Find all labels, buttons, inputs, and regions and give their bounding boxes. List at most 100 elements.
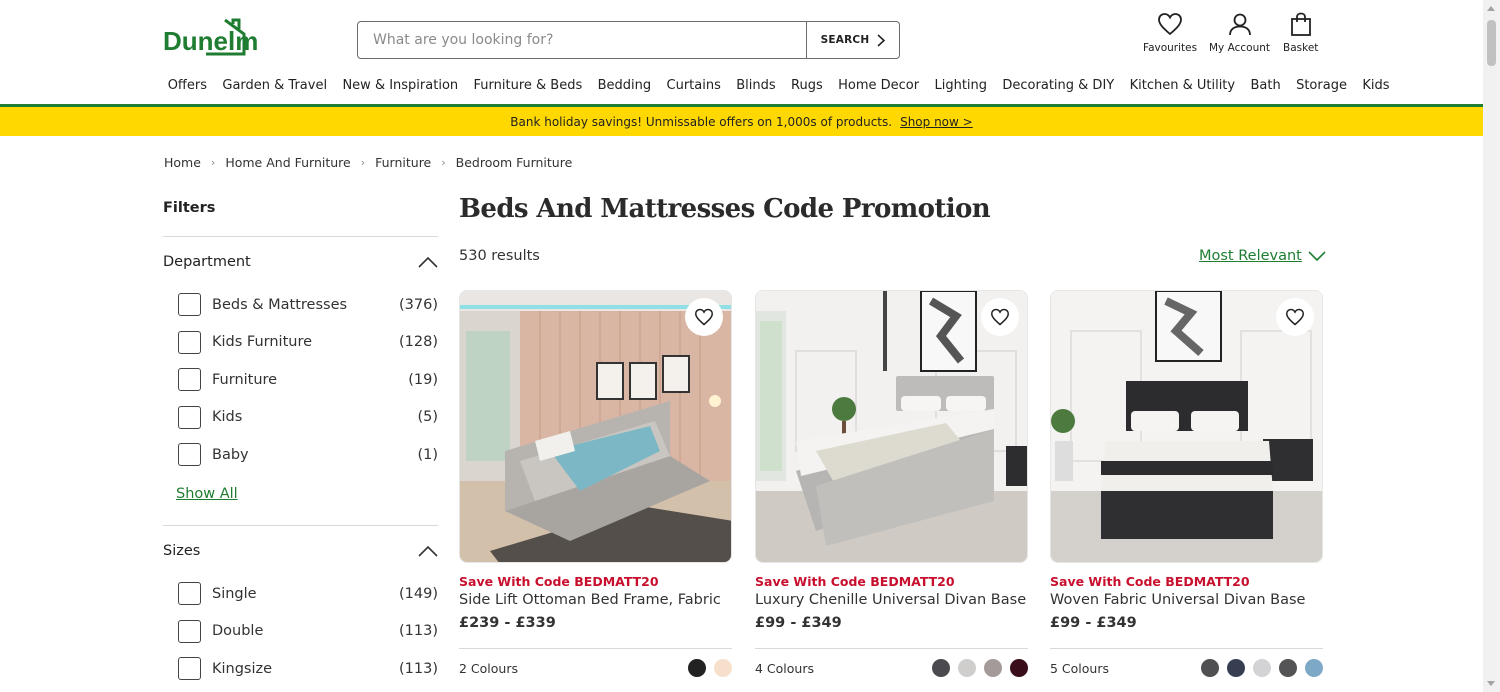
colour-swatch[interactable] [1305, 659, 1323, 677]
basket-link[interactable]: Basket [1283, 12, 1318, 54]
colour-options: 2 Colours [459, 659, 732, 677]
breadcrumb-home-and-furniture[interactable]: Home And Furniture [225, 155, 350, 170]
card-divider [1050, 648, 1323, 649]
breadcrumb-furniture[interactable]: Furniture [375, 155, 431, 170]
show-all-link[interactable]: Show All [176, 486, 238, 502]
card-divider [459, 648, 732, 649]
shopping-bag-icon [1290, 12, 1311, 36]
colour-swatch[interactable] [688, 659, 706, 677]
favourite-button[interactable] [981, 298, 1019, 336]
swatch-list [932, 659, 1028, 677]
option-label: Beds & Mattresses [212, 296, 348, 313]
card-divider [755, 648, 1028, 649]
heart-icon [1158, 13, 1182, 36]
scroll-up-arrow[interactable] [1487, 6, 1495, 11]
product-card[interactable]: Save With Code BEDMATT20 Luxury Chenille… [755, 290, 1028, 677]
option-label: Furniture [212, 371, 278, 388]
product-card[interactable]: Save With Code BEDMATT20 Side Lift Ottom… [459, 290, 732, 677]
nav-item-curtains[interactable]: Curtains [659, 78, 729, 98]
scrollbar-thumb[interactable] [1487, 20, 1496, 66]
promo-banner-link[interactable]: Shop now > [900, 115, 973, 129]
product-image[interactable] [459, 290, 732, 563]
checkbox[interactable] [178, 330, 201, 354]
chevron-up-icon [418, 256, 438, 268]
department-facet-header[interactable]: Department [163, 254, 438, 270]
heart-icon [990, 308, 1010, 326]
search-input[interactable] [358, 22, 806, 58]
filter-option[interactable]: Kids Furniture (128) [178, 324, 438, 362]
basket-label: Basket [1283, 42, 1319, 54]
nav-item-kids[interactable]: Kids [1355, 78, 1398, 98]
scroll-down-arrow[interactable] [1487, 681, 1495, 686]
search-button[interactable]: SEARCH [806, 22, 899, 58]
sort-dropdown[interactable]: Most Relevant [1199, 248, 1326, 264]
colour-swatch[interactable] [932, 659, 950, 677]
favourites-link[interactable]: Favourites [1143, 12, 1197, 54]
nav-item-bedding[interactable]: Bedding [590, 78, 659, 98]
checkbox[interactable] [178, 405, 201, 429]
option-count: (149) [399, 585, 438, 602]
product-image[interactable] [755, 290, 1028, 563]
product-name[interactable]: Side Lift Ottoman Bed Frame, Fabric [459, 592, 732, 608]
nav-item-home-decor[interactable]: Home Decor [830, 78, 926, 98]
option-count: (376) [399, 296, 438, 313]
filter-option[interactable]: Furniture (19) [178, 361, 438, 399]
checkbox[interactable] [178, 293, 201, 317]
filter-option[interactable]: Single (149) [178, 575, 438, 613]
filter-option[interactable]: Double (113) [178, 613, 438, 651]
colour-swatch[interactable] [1010, 659, 1028, 677]
heart-icon [1285, 308, 1305, 326]
favourite-button[interactable] [1276, 298, 1314, 336]
filter-option[interactable]: Kingsize (113) [178, 650, 438, 688]
breadcrumb-bedroom-furniture[interactable]: Bedroom Furniture [456, 155, 573, 170]
nav-item-garden-travel[interactable]: Garden & Travel [215, 78, 335, 98]
nav-item-lighting[interactable]: Lighting [927, 78, 995, 98]
breadcrumb-home[interactable]: Home [164, 155, 201, 170]
chevron-right-icon: › [441, 156, 446, 169]
checkbox[interactable] [178, 582, 201, 606]
dunelm-logo[interactable]: Dunelm [163, 16, 265, 58]
nav-item-kitchen-utility[interactable]: Kitchen & Utility [1122, 78, 1243, 98]
colour-swatch[interactable] [1253, 659, 1271, 677]
page-scrollbar[interactable] [1483, 0, 1500, 692]
checkbox[interactable] [178, 443, 201, 467]
favourites-label: Favourites [1143, 42, 1198, 54]
account-link[interactable]: My Account [1209, 12, 1270, 54]
filter-option[interactable]: Kids (5) [178, 399, 438, 437]
product-card[interactable]: Save With Code BEDMATT20 Woven Fabric Un… [1050, 290, 1323, 677]
product-name[interactable]: Luxury Chenille Universal Divan Base [755, 592, 1028, 608]
nav-item-offers[interactable]: Offers [160, 78, 215, 98]
department-options: Beds & Mattresses (376) Kids Furniture (12… [178, 286, 438, 474]
promo-banner: Bank holiday savings! Unmissable offers … [0, 107, 1483, 136]
nav-item-furniture-beds[interactable]: Furniture & Beds [466, 78, 590, 98]
nav-item-storage[interactable]: Storage [1288, 78, 1354, 98]
filter-option[interactable]: Beds & Mattresses (376) [178, 286, 438, 324]
colours-count: 5 Colours [1050, 660, 1109, 676]
checkbox[interactable] [178, 368, 201, 392]
colour-swatch[interactable] [984, 659, 1002, 677]
option-count: (113) [399, 623, 438, 640]
product-price: £99 - £349 [1050, 615, 1137, 631]
colour-swatch[interactable] [958, 659, 976, 677]
product-name[interactable]: Woven Fabric Universal Divan Base [1050, 592, 1323, 608]
colour-swatch[interactable] [1279, 659, 1297, 677]
nav-item-blinds[interactable]: Blinds [729, 78, 784, 98]
checkbox[interactable] [178, 619, 201, 643]
sizes-facet-title: Sizes [163, 543, 201, 559]
nav-item-bath[interactable]: Bath [1243, 78, 1289, 98]
nav-item-decorating-diy[interactable]: Decorating & DIY [995, 78, 1122, 98]
colour-swatch[interactable] [1201, 659, 1219, 677]
colour-swatch[interactable] [1227, 659, 1245, 677]
option-label: Double [212, 623, 264, 640]
colour-swatch[interactable] [714, 659, 732, 677]
checkbox[interactable] [178, 657, 201, 681]
product-image[interactable] [1050, 290, 1323, 563]
account-label: My Account [1209, 42, 1271, 54]
filter-option[interactable]: Baby (1) [178, 436, 438, 474]
nav-item-rugs[interactable]: Rugs [783, 78, 830, 98]
sizes-facet-header[interactable]: Sizes [163, 543, 438, 559]
nav-item-new-inspiration[interactable]: New & Inspiration [335, 78, 466, 98]
breadcrumb: Home › Home And Furniture › Furniture › … [164, 155, 572, 170]
main-nav: Offers Garden & Travel New & Inspiration… [160, 78, 1397, 98]
favourite-button[interactable] [685, 298, 723, 336]
